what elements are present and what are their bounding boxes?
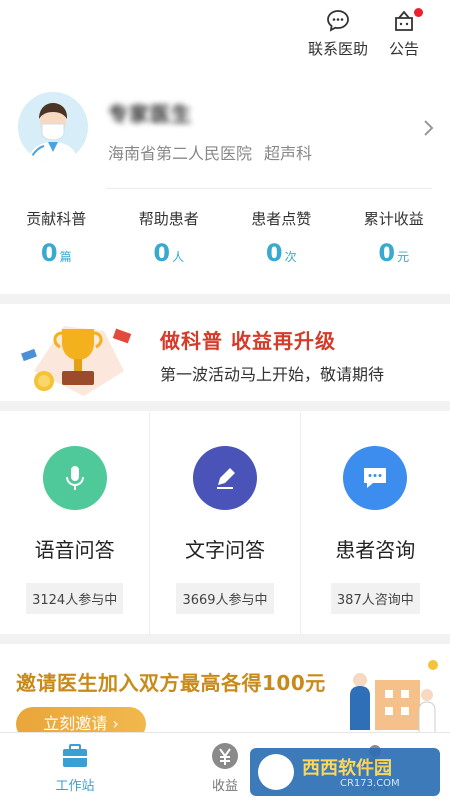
nav-workstation[interactable]: 工作站 <box>0 733 150 800</box>
stat-label: 帮助患者 <box>138 210 199 228</box>
section-gap <box>0 634 450 644</box>
service-participants: 3669人参与中 <box>176 583 274 614</box>
invite-banner[interactable]: 邀请医生加入双方最高各得100元 立刻邀请 › <box>0 645 450 741</box>
stat-value: 0 <box>378 239 396 267</box>
contact-assistant-button[interactable]: 联系医助 <box>302 8 374 59</box>
service-title: 患者咨询 <box>335 538 416 562</box>
banner-title: 做科普 收益再升级 <box>160 329 336 353</box>
notice-button[interactable]: 公告 <box>384 8 424 59</box>
services-grid: 语音问答 3124人参与中 文字问答 3669人参与中 患者咨询 387人咨询中 <box>0 412 450 634</box>
invite-title: 邀请医生加入双方最高各得100元 <box>16 671 326 695</box>
site-watermark: 西西软件园 CR173.COM <box>250 748 440 796</box>
trophy-icon <box>21 326 132 396</box>
pen-icon <box>192 446 257 510</box>
stat-likes[interactable]: 患者点赞 0次 <box>225 208 338 278</box>
chat-bubble-icon <box>325 8 351 34</box>
notice-label: 公告 <box>388 40 419 58</box>
watermark-text: 西西软件园 <box>302 758 392 779</box>
stat-value: 0 <box>40 239 58 267</box>
stat-patients-helped[interactable]: 帮助患者 0人 <box>113 208 226 278</box>
doctor-name: 专家医生 <box>108 102 192 126</box>
stat-label: 患者点赞 <box>251 210 312 228</box>
section-gap <box>0 401 450 411</box>
divider <box>106 188 432 189</box>
watermark-url: CR173.COM <box>340 778 400 789</box>
yen-icon <box>210 741 240 771</box>
service-participants: 3124人参与中 <box>26 583 124 614</box>
science-promo-banner[interactable]: 做科普 收益再升级 第一波活动马上开始，敬请期待 <box>0 305 450 401</box>
stat-unit: 篇 <box>59 250 72 264</box>
stat-unit: 元 <box>397 250 410 264</box>
stat-unit: 次 <box>284 250 297 264</box>
service-participants: 387人咨询中 <box>330 583 420 614</box>
chevron-right-icon <box>422 118 436 138</box>
stat-label: 累计收益 <box>363 210 424 228</box>
stats-row: 贡献科普 0篇 帮助患者 0人 患者点赞 0次 累计收益 0元 <box>0 208 450 278</box>
avatar <box>18 92 88 162</box>
text-qa-card[interactable]: 文字问答 3669人参与中 <box>150 412 301 634</box>
contact-assistant-label: 联系医助 <box>307 40 368 58</box>
stat-earnings[interactable]: 累计收益 0元 <box>338 208 450 278</box>
hospital-name: 海南省第二人民医院 <box>108 144 253 163</box>
doctor-affiliation: 海南省第二人民医院 超声科 <box>108 140 312 164</box>
notice-red-dot <box>414 8 423 17</box>
doctor-profile-card[interactable]: 专家医生 海南省第二人民医院 超声科 <box>16 92 436 188</box>
nav-label: 工作站 <box>55 779 95 794</box>
banner-subtitle: 第一波活动马上开始，敬请期待 <box>160 365 385 384</box>
message-icon <box>343 446 408 510</box>
patient-consult-card[interactable]: 患者咨询 387人咨询中 <box>301 412 450 634</box>
microphone-icon <box>42 446 107 510</box>
stat-articles[interactable]: 贡献科普 0篇 <box>0 208 113 278</box>
section-gap <box>0 294 450 304</box>
top-bar: 联系医助 公告 <box>0 0 450 70</box>
voice-qa-card[interactable]: 语音问答 3124人参与中 <box>0 412 151 634</box>
stat-value: 0 <box>153 239 171 267</box>
stat-unit: 人 <box>172 250 185 264</box>
department-name: 超声科 <box>264 144 313 163</box>
watermark-logo-icon <box>258 754 294 790</box>
invite-illustration-icon <box>350 660 438 734</box>
briefcase-icon <box>60 741 90 771</box>
stat-label: 贡献科普 <box>26 210 87 228</box>
stat-value: 0 <box>265 239 283 267</box>
service-title: 文字问答 <box>184 538 265 562</box>
service-title: 语音问答 <box>34 538 115 562</box>
bell-box-icon <box>391 8 423 34</box>
